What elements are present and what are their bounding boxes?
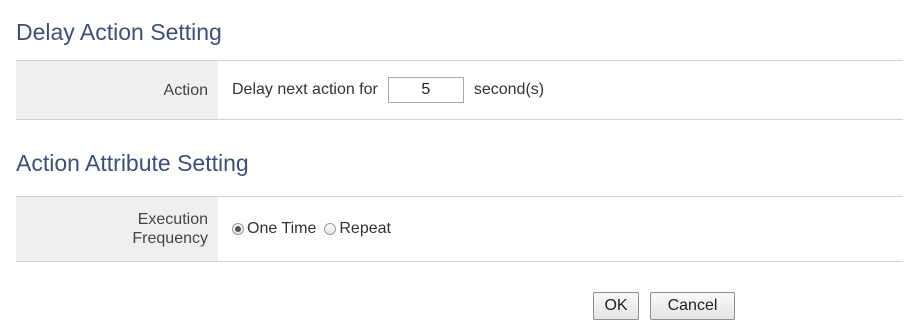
attribute-section-title: Action Attribute Setting bbox=[16, 150, 249, 176]
delay-seconds-input[interactable] bbox=[387, 77, 464, 103]
delay-suffix-text: second(s) bbox=[473, 81, 545, 98]
radio-one-time[interactable]: One Time bbox=[232, 220, 316, 238]
radio-unchecked-icon[interactable] bbox=[324, 223, 337, 235]
radio-repeat[interactable]: Repeat bbox=[324, 220, 391, 238]
radio-checked-icon[interactable] bbox=[232, 223, 244, 235]
radio-repeat-label: Repeat bbox=[339, 220, 391, 237]
action-value: Delay next action for second(s) bbox=[218, 77, 544, 103]
ok-button[interactable]: OK bbox=[593, 292, 639, 320]
frequency-label-line2: Frequency bbox=[132, 230, 208, 247]
delay-prefix-text: Delay next action for bbox=[232, 81, 378, 98]
action-row: Action Delay next action for second(s) bbox=[16, 60, 903, 120]
delay-section-title: Delay Action Setting bbox=[16, 19, 222, 45]
radio-one-time-label: One Time bbox=[247, 220, 317, 237]
cancel-button[interactable]: Cancel bbox=[650, 292, 735, 320]
execution-frequency-options: One Time Repeat bbox=[218, 220, 399, 238]
execution-frequency-label: Execution Frequency bbox=[16, 197, 218, 261]
frequency-label-line1: Execution bbox=[137, 211, 208, 228]
execution-frequency-row: Execution Frequency One Time Repeat bbox=[16, 196, 903, 262]
action-label: Action bbox=[16, 61, 218, 119]
